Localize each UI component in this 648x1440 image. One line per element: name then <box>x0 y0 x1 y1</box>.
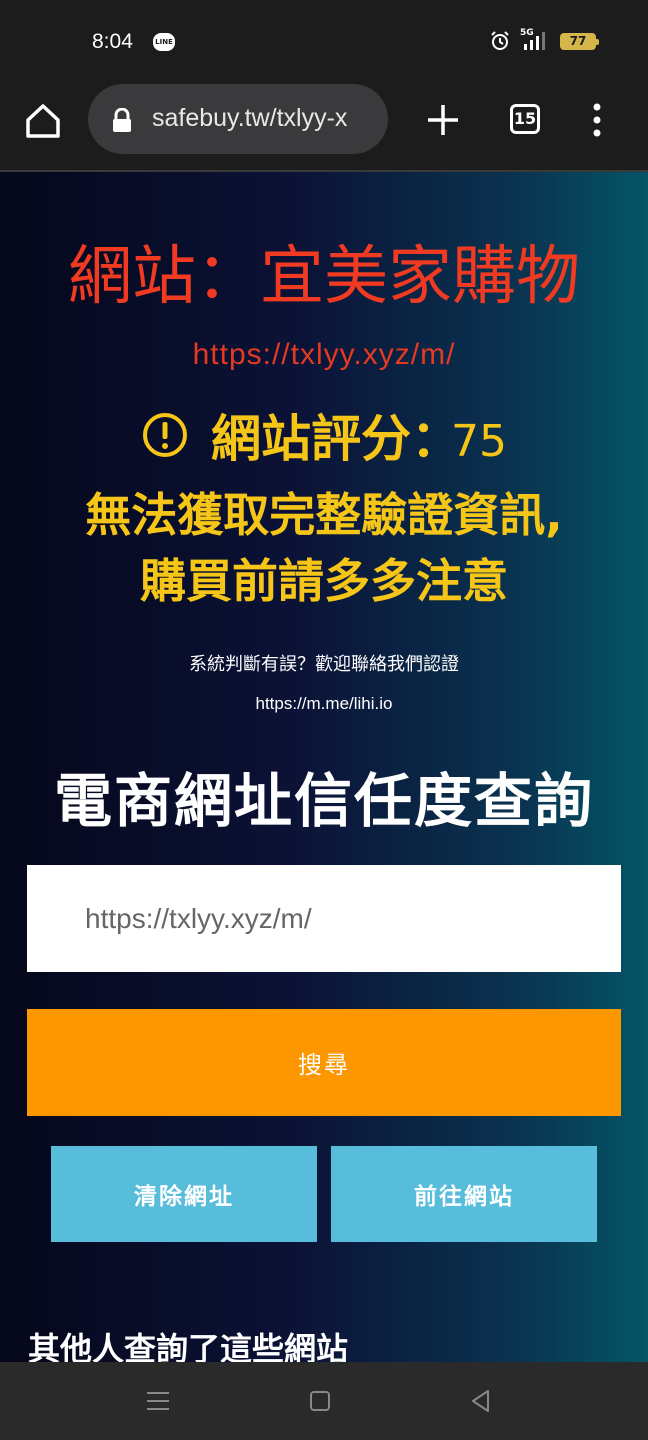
contact-link[interactable]: https://m.me/lihi.io <box>0 694 648 714</box>
search-input[interactable] <box>27 865 621 972</box>
warning-line-2: 購買前請多多注意 <box>140 554 508 608</box>
warning-line-1: 無法獲取完整驗證資訊, <box>85 488 563 542</box>
score-value: 75 <box>451 416 507 467</box>
navigation-bar <box>0 1362 648 1440</box>
browser-toolbar: safebuy.tw/txlyy-x 15 <box>0 84 648 172</box>
home-nav-icon[interactable] <box>305 1386 335 1416</box>
search-button[interactable]: 搜尋 <box>27 1009 621 1116</box>
recent-apps-icon[interactable] <box>143 1386 173 1416</box>
page-heading: 電商網址信任度查詢 <box>53 767 594 835</box>
home-icon[interactable] <box>24 102 62 140</box>
tab-switcher-button[interactable]: 15 <box>510 104 540 134</box>
battery-icon: 77 <box>560 32 599 50</box>
warning-message: 無法獲取完整驗證資訊, 購買前請多多注意 <box>0 482 648 614</box>
lock-icon <box>113 108 131 132</box>
more-menu-icon[interactable] <box>590 102 604 138</box>
line-icon: LINE <box>153 33 175 51</box>
address-bar[interactable]: safebuy.tw/txlyy-x <box>88 84 388 154</box>
feedback-note: 系統判斷有誤？歡迎聯絡我們認證 <box>189 654 459 675</box>
go-to-site-button[interactable]: 前往網站 <box>331 1146 597 1242</box>
score-row: 網站評分：75 <box>0 400 648 470</box>
alarm-icon <box>491 31 509 50</box>
others-searched-heading: 其他人查詢了這些網站 <box>28 1330 349 1362</box>
status-bar: 8:04 LINE 5G 77 <box>0 0 648 84</box>
back-icon[interactable] <box>466 1386 496 1416</box>
clear-url-button[interactable]: 清除網址 <box>51 1146 317 1242</box>
warning-icon <box>143 413 187 457</box>
new-tab-icon[interactable] <box>425 102 461 138</box>
page-content: 網站：宜美家購物 https://txlyy.xyz/m/ 網站評分：75 無法… <box>0 172 648 1362</box>
score-label: 網站評分： <box>211 410 461 468</box>
site-title: 網站：宜美家購物 <box>68 240 580 314</box>
url-text[interactable]: safebuy.tw/txlyy-x <box>152 104 380 133</box>
site-url: https://txlyy.xyz/m/ <box>192 338 456 371</box>
signal-icon: 5G <box>520 28 550 52</box>
status-time: 8:04 <box>92 30 133 53</box>
